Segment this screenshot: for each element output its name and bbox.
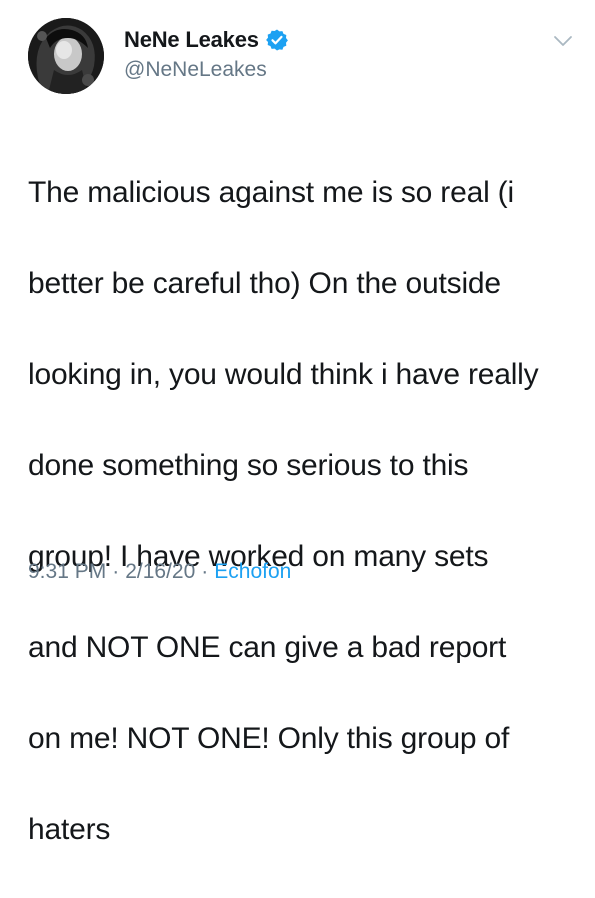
tweet-text-line: better be careful tho) On the outside	[28, 266, 501, 300]
tweet-source-link[interactable]: Echofon	[214, 560, 291, 584]
meta-separator: ·	[201, 560, 209, 583]
meta-separator: ·	[112, 560, 120, 583]
tweet-text-line: and NOT ONE can give a bad report	[28, 630, 507, 664]
avatar-image	[28, 18, 104, 94]
tweet-text-line: done something so serious to this	[28, 448, 469, 482]
verified-badge-icon	[265, 28, 289, 52]
tweet-time[interactable]: 9:31 PM	[28, 560, 106, 584]
display-name[interactable]: NeNe Leakes	[124, 27, 259, 53]
tweet-text: The malicious against me is so real (i b…	[28, 124, 568, 898]
tweet-meta: 9:31 PM · 2/16/20 · Echofon	[28, 560, 291, 584]
tweet-text-line: The malicious against me is so real (i	[28, 175, 514, 209]
name-row: NeNe Leakes	[124, 26, 289, 54]
tweet-date[interactable]: 2/16/20	[125, 560, 195, 584]
tweet-card: NeNe Leakes @NeNeLeakes The malicious ag…	[0, 0, 595, 846]
user-info: NeNe Leakes @NeNeLeakes	[124, 26, 289, 82]
tweet-text-line: on me! NOT ONE! Only this group of	[28, 721, 510, 755]
tweet-text-line: haters	[28, 812, 111, 846]
tweet-text-line: looking in, you would think i have reall…	[28, 357, 539, 391]
avatar[interactable]	[28, 18, 104, 94]
user-handle[interactable]: @NeNeLeakes	[124, 58, 289, 82]
chevron-down-icon[interactable]	[553, 34, 573, 48]
